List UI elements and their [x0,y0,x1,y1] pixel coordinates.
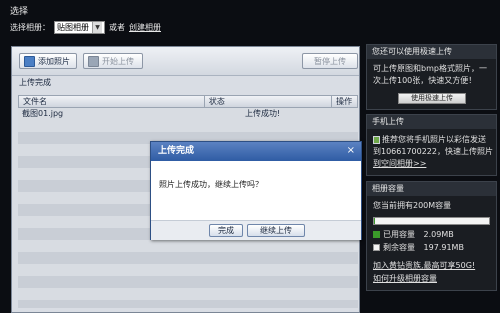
used-capacity-row: 已用容量 2.09MB [373,229,454,241]
row-filename: 截图01.jpg [22,109,64,118]
row-stripe [18,264,358,276]
column-status: 状态 [205,96,333,107]
fast-upload-button[interactable]: 使用极速上传 [398,93,466,104]
dialog-footer: 完成 继续上传 [151,220,361,240]
used-capacity-label: 已用容量 [383,230,415,239]
create-album-link[interactable]: 创建相册 [129,22,161,33]
mobile-upload-link[interactable]: 到空间相册>> [373,158,426,170]
upgrade-capacity-link[interactable]: 如何升级相册容量 [373,273,437,285]
free-capacity-label: 剩余容量 [383,243,415,252]
mobile-upload-line-1: 推荐您将手机照片以彩信发送 [382,135,486,144]
album-select-label: 选择相册： [10,23,50,32]
free-capacity-row: 剩余容量 197.91MB [373,242,464,254]
fast-upload-panel: 您还可以使用极速上传 可上传原图和bmp格式照片，一 次上传100张，快速又方便… [366,44,497,110]
free-legend-swatch [373,244,380,251]
row-status: 上传成功! [245,109,281,118]
mobile-upload-panel: 手机上传 推荐您将手机照片以彩信发送 到10661700222，快速上传照片 到… [366,114,497,176]
dialog-message: 照片上传成功，继续上传吗？ [159,180,263,189]
pause-upload-button[interactable]: 暂停上传 [302,53,358,69]
upload-status-text: 上传完成 [19,78,51,87]
add-photo-button[interactable]: 添加照片 [19,53,77,69]
table-row[interactable]: 截图01.jpg 上传成功! [18,108,358,120]
capacity-bar [373,217,490,225]
capacity-total-text: 您当前拥有200M容量 [373,201,452,210]
capacity-bar-fill [374,218,375,224]
mobile-phone-icon [373,136,380,144]
or-text: 或者 [109,23,125,32]
row-action[interactable] [333,108,358,120]
used-capacity-value: 2.09MB [423,230,454,239]
header-bar: 选择 选择相册： 贴图相册 ▼ 或者 创建相册 [0,0,500,42]
mobile-upload-line-2: 到10661700222，快速上传照片 [373,147,493,156]
row-stripe [18,240,358,252]
close-icon[interactable]: × [347,145,355,157]
upload-icon [88,55,99,67]
start-upload-button[interactable]: 开始上传 [83,53,143,69]
header-title: 选择 [10,7,29,17]
used-legend-swatch [373,231,380,238]
upload-complete-dialog: 上传完成 × 照片上传成功，继续上传吗？ 完成 继续上传 [150,141,362,240]
column-filename: 文件名 [19,96,205,107]
start-upload-label: 开始上传 [102,56,134,66]
album-select-row: 选择相册： 贴图相册 ▼ 或者 创建相册 [10,21,161,34]
row-stripe [18,288,358,300]
dialog-title: 上传完成 [151,142,361,161]
album-select-value: 贴图相册 [57,23,89,32]
fast-upload-line-2: 次上传100张，快速又方便！ [373,76,477,85]
capacity-panel: 相册容量 您当前拥有200M容量 已用容量 2.09MB 剩余容量 197.91… [366,181,497,291]
mobile-upload-heading: 手机上传 [367,115,496,129]
upgrade-vip-link[interactable]: 加入黄钻贵族,最高可享50G! [373,260,475,272]
continue-upload-button[interactable]: 继续上传 [247,224,305,237]
fast-upload-heading: 您还可以使用极速上传 [367,45,496,59]
column-action: 操作 [336,97,353,106]
row-stripe [18,120,358,132]
add-photo-icon [24,55,35,67]
done-button[interactable]: 完成 [209,224,243,237]
file-table-header: 文件名 状态 操作 [18,95,358,108]
add-photo-label: 添加照片 [38,56,70,66]
capacity-heading: 相册容量 [367,182,496,196]
upload-toolbar: 添加照片 开始上传 暂停上传 [12,47,359,76]
chevron-down-icon[interactable]: ▼ [92,22,102,33]
album-select[interactable]: 贴图相册 ▼ [54,21,105,34]
free-capacity-value: 197.91MB [423,243,464,252]
fast-upload-line-1: 可上传原图和bmp格式照片，一 [373,64,487,73]
pause-upload-label: 暂停上传 [314,56,346,66]
